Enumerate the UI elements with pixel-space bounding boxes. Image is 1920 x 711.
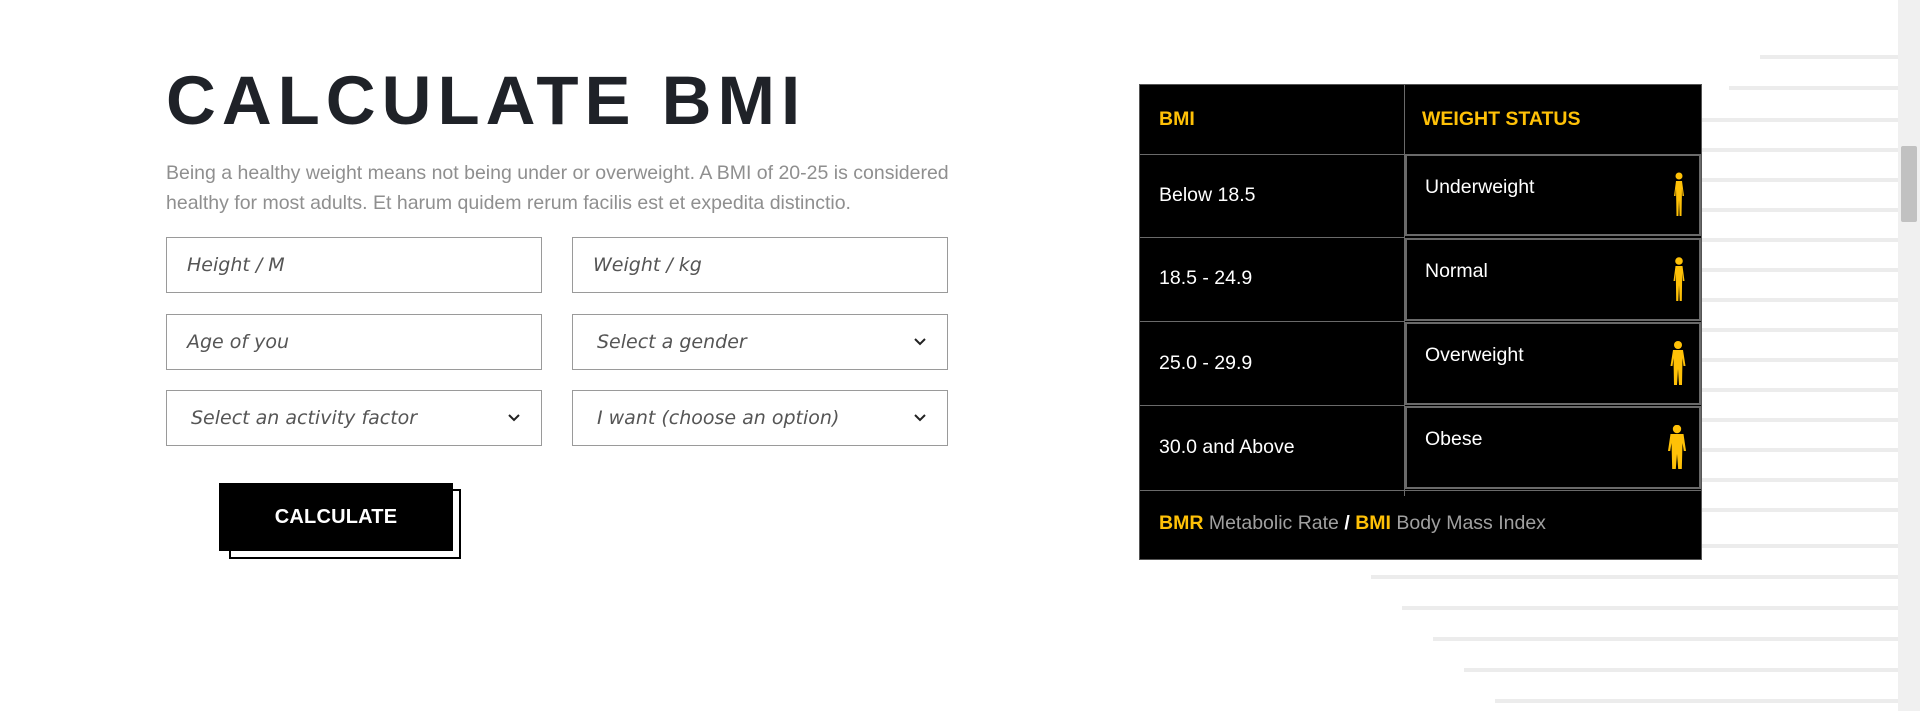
bmi-range-3: 25.0 - 29.9 [1159,351,1253,374]
header-weight-status: WEIGHT STATUS [1422,108,1581,130]
bmi-range-1: Below 18.5 [1159,184,1256,206]
status-cell-normal: Normal [1405,238,1701,321]
status-cell-obese: Obese [1405,406,1701,489]
person-icon [1669,341,1687,392]
height-input[interactable]: Height / M [166,237,542,293]
bmr-text: Metabolic Rate [1208,512,1339,534]
calculate-button[interactable]: CALCULATE [219,483,453,551]
gender-select[interactable]: Select a gender [572,314,948,370]
bmi-table: BMI WEIGHT STATUS Below 18.5 18.5 - 24.9… [1139,84,1702,560]
height-placeholder: Height / M [187,254,285,276]
weight-input[interactable]: Weight / kg [572,237,948,293]
status-label: Obese [1425,428,1483,450]
status-cell-underweight: Underweight [1405,154,1701,236]
age-placeholder: Age of you [187,331,290,353]
bmi-text: Body Mass Index [1396,512,1546,534]
column-divider [1404,85,1405,154]
person-icon [1671,257,1687,308]
legend-separator: / [1344,512,1350,534]
age-input[interactable]: Age of you [166,314,542,370]
bmi-description: Being a healthy weight means not being u… [166,162,949,214]
weight-placeholder: Weight / kg [593,254,702,276]
page-scrollbar[interactable] [1898,0,1920,711]
goal-selected-value: I want (choose an option) [597,407,840,429]
goal-select[interactable]: I want (choose an option) [572,390,948,446]
chevron-down-icon [913,335,927,349]
status-label: Normal [1425,260,1488,282]
person-icon [1671,172,1687,223]
bmi-range-4: 30.0 and Above [1159,435,1295,458]
page-title: CALCULATE BMI [166,62,807,139]
header-bmi: BMI [1159,108,1195,130]
status-label: Overweight [1425,344,1524,366]
bmi-range-2: 18.5 - 24.9 [1159,267,1253,289]
row-divider [1140,490,1701,491]
bmr-abbr: BMR [1159,512,1204,534]
table-footer-legend: BMR Metabolic Rate / BMI Body Mass Index [1159,512,1546,535]
chevron-down-icon [913,411,927,425]
activity-selected-value: Select an activity factor [191,407,418,429]
gender-selected-value: Select a gender [597,331,747,353]
activity-factor-select[interactable]: Select an activity factor [166,390,542,446]
status-cell-overweight: Overweight [1405,322,1701,405]
scrollbar-thumb[interactable] [1901,146,1917,222]
chevron-down-icon [507,411,521,425]
bmi-abbr: BMI [1355,512,1391,534]
status-label: Underweight [1425,176,1535,198]
person-icon [1667,424,1687,476]
